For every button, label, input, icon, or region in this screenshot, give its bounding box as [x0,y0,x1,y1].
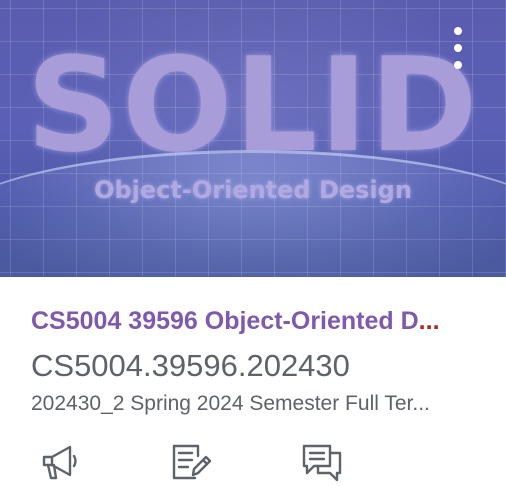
megaphone-icon [42,445,77,480]
course-code: CS5004.39596.202430 [31,348,350,383]
kebab-dot [454,61,462,69]
course-image[interactable]: SOLID Object-Oriented Design [0,0,506,277]
kebab-dot [454,27,462,35]
course-term: 202430_2 Spring 2024 Semester Full Ter..… [31,392,430,415]
kebab-dot [454,44,462,52]
discussion-bubbles-icon [302,444,342,482]
course-actions [40,442,360,486]
image-subtitle-text: Object-Oriented Design [94,176,412,204]
course-name-text: CS5004 39596 Object-Oriented D [31,307,419,335]
course-name-link[interactable]: CS5004 39596 Object-Oriented D... [31,300,483,342]
discussions-button[interactable] [302,442,342,482]
assignment-edit-icon [172,444,212,480]
image-title-text: SOLID [26,29,480,181]
course-info: CS5004 39596 Object-Oriented D... CS5004… [31,300,483,420]
assignments-button[interactable] [171,442,212,482]
course-name-ellipsis: ... [418,307,440,335]
announcements-button[interactable] [40,442,80,482]
course-card[interactable]: SOLID Object-Oriented Design CS5004 3959… [0,0,506,486]
more-options-icon[interactable] [440,22,476,74]
